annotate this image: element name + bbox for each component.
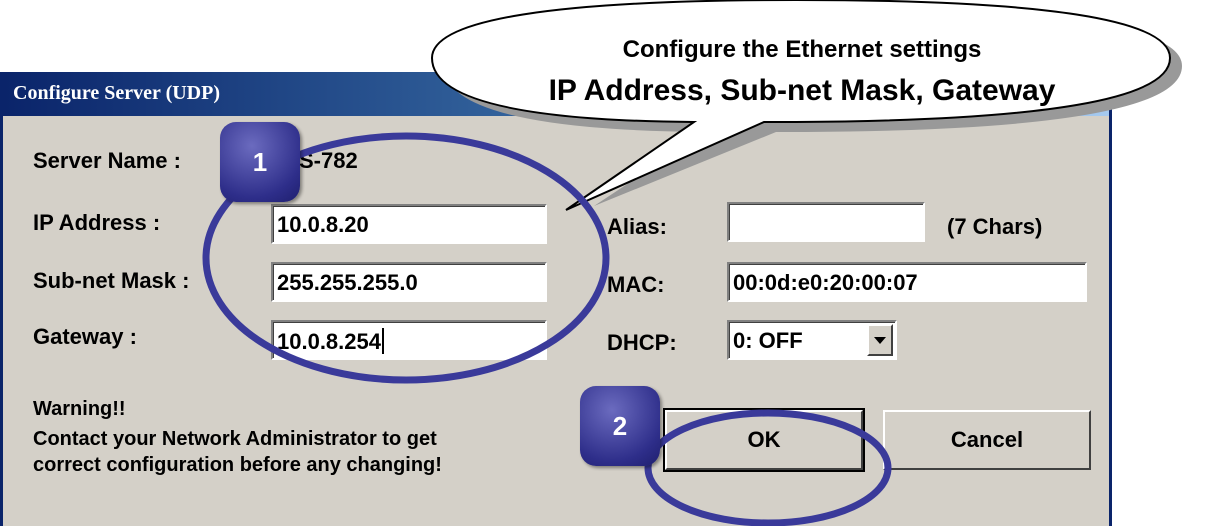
mac-label: MAC: — [607, 272, 665, 297]
chevron-down-icon — [874, 336, 886, 344]
callout-line-2: IP Address, Sub-net Mask, Gateway — [548, 74, 1056, 107]
server-name-value: S-782 — [299, 148, 358, 173]
ip-address-label: IP Address : — [33, 210, 161, 235]
mac-input[interactable]: 00:0d:e0:20:00:07 — [727, 262, 1087, 302]
ip-address-input[interactable]: 10.0.8.20 — [271, 204, 547, 244]
gateway-input[interactable]: 10.0.8.254 — [271, 320, 547, 360]
server-name-label: Server Name : — [33, 148, 181, 173]
dhcp-selected-value: 0: OFF — [733, 328, 803, 353]
dhcp-select[interactable]: 0: OFF — [727, 320, 897, 360]
gateway-value: 10.0.8.254 — [277, 329, 381, 354]
gateway-label: Gateway : — [33, 324, 137, 349]
alias-label: Alias: — [607, 214, 667, 239]
warning-line-2: correct configuration before any changin… — [33, 454, 442, 476]
dhcp-dropdown-button[interactable] — [867, 324, 893, 356]
step-badge-1: 1 — [220, 122, 300, 202]
subnet-mask-input[interactable]: 255.255.255.0 — [271, 262, 547, 302]
subnet-mask-label: Sub-net Mask : — [33, 268, 190, 293]
alias-input[interactable] — [727, 202, 925, 242]
warning-title: Warning!! — [33, 398, 126, 420]
step-badge-2: 2 — [580, 386, 660, 466]
configure-server-dialog: Configure Server (UDP) Server Name : S-7… — [0, 72, 1112, 526]
text-caret — [381, 328, 384, 354]
cancel-button[interactable]: Cancel — [883, 410, 1091, 470]
dhcp-label: DHCP: — [607, 330, 677, 355]
callout-line-1: Configure the Ethernet settings — [622, 36, 982, 63]
warning-line-1: Contact your Network Administrator to ge… — [33, 428, 437, 450]
alias-hint: (7 Chars) — [947, 214, 1043, 239]
dialog-title: Configure Server (UDP) — [13, 82, 220, 104]
ok-button[interactable]: OK — [663, 408, 865, 472]
